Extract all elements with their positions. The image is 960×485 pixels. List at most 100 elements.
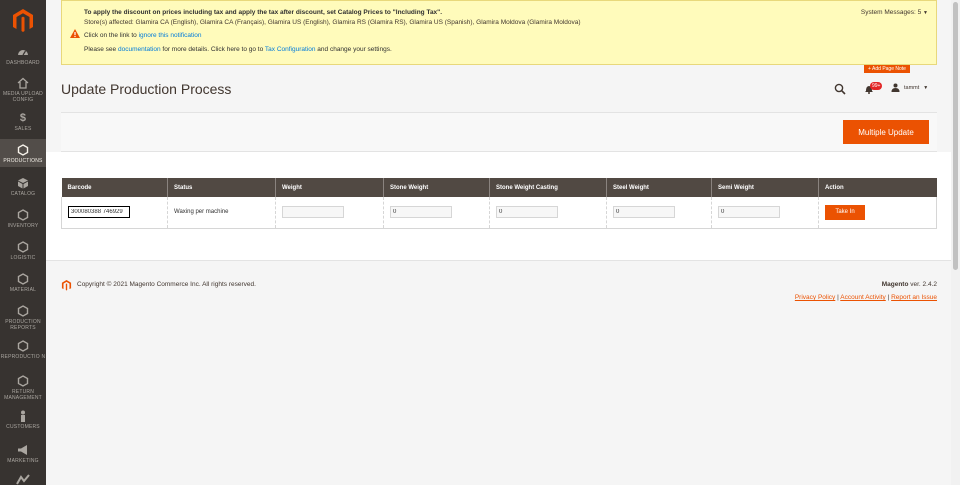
sidebar-item-label: Dashboard <box>6 60 40 66</box>
sidebar-item-logistic[interactable]: Logistic <box>0 241 46 261</box>
system-message-doc-line: Please see documentation for more detail… <box>84 46 392 53</box>
scrollbar-thumb[interactable] <box>953 2 958 270</box>
megaphone-icon <box>17 444 29 456</box>
account-activity-link[interactable]: Account Activity <box>840 294 886 301</box>
ignore-prefix: Click on the link to <box>84 32 139 39</box>
column-header[interactable]: Action <box>818 178 937 197</box>
sidebar-item-marketing[interactable]: Marketing <box>0 444 46 464</box>
hexagon-icon <box>17 144 29 156</box>
sidebar-item-return-management[interactable]: Return Management <box>0 375 46 403</box>
sidebar-item-productions[interactable]: Productions <box>0 139 46 167</box>
weight-input[interactable] <box>282 206 344 219</box>
page-actions-bar <box>61 112 937 152</box>
sidebar-item-inventory[interactable]: Inventory <box>0 209 46 229</box>
caret-down-icon: ▼ <box>923 84 929 91</box>
add-page-note-button[interactable]: + Add Page Note <box>864 65 910 73</box>
sidebar-item-production-reports[interactable]: Production Reports <box>0 305 46 333</box>
sidebar-item-media-upload-config[interactable]: Media Upload Config <box>0 77 46 103</box>
warning-icon <box>70 29 80 38</box>
sidebar-item-label: Logistic <box>10 255 36 261</box>
dollar-icon: $ <box>19 112 27 124</box>
hexagon-icon <box>17 375 29 387</box>
user-name: tammt <box>904 84 920 91</box>
app: Dashboard Media Upload Config $ Sales Pr… <box>0 0 960 485</box>
privacy-policy-link[interactable]: Privacy Policy <box>795 294 835 301</box>
documentation-link[interactable]: documentation <box>118 46 161 53</box>
system-messages-toggle[interactable]: System Messages: 5 ▼ <box>861 9 928 16</box>
chart-icon[interactable] <box>16 474 30 485</box>
sidebar-item-sales[interactable]: $ Sales <box>0 112 46 132</box>
footer-links: Privacy Policy | Account Activity | Repo… <box>794 294 937 301</box>
hexagon-icon <box>17 241 29 253</box>
table-header-row: Barcode Status Weight Stone Weight Stone… <box>61 178 937 197</box>
sidebar-item-label: Production Reports <box>5 319 41 331</box>
sidebar-item-reproduction[interactable]: Reproductio n <box>0 340 46 368</box>
sidebar-item-label: Catalog <box>10 191 36 197</box>
stone-weight-input[interactable] <box>390 206 452 219</box>
sidebar-item-label: Material <box>9 287 37 293</box>
action-cell: Take In <box>818 197 937 229</box>
column-header[interactable]: Stone Weight Casting <box>489 178 607 197</box>
column-header[interactable]: Stone Weight <box>383 178 490 197</box>
semi-weight-input[interactable] <box>718 206 780 219</box>
doc-middle: for more details. Click here to go to <box>160 46 265 53</box>
system-message-banner: To apply the discount on prices includin… <box>61 0 937 65</box>
stone-weight-casting-input[interactable] <box>496 206 558 219</box>
barcode-input[interactable] <box>68 206 130 219</box>
cube-icon <box>17 177 29 189</box>
status-cell: Waxing per machine <box>167 197 276 229</box>
copyright-text: Copyright © 2021 Magento Commerce Inc. A… <box>77 281 256 288</box>
ignore-notification-link[interactable]: ignore this notification <box>139 32 202 39</box>
user-account-menu[interactable]: tammt ▼ <box>891 83 928 92</box>
sidebar-item-dashboard[interactable]: Dashboard <box>0 46 46 66</box>
sidebar-item-catalog[interactable]: Catalog <box>0 177 46 197</box>
sidebar-item-label: Return Management <box>4 389 42 401</box>
version-text: ver. 2.4.2 <box>910 281 937 288</box>
stone-weight-cell <box>383 197 490 229</box>
hexagon-icon <box>17 340 29 352</box>
magento-logo-icon[interactable] <box>11 8 35 32</box>
production-process-table: Barcode Status Weight Stone Weight Stone… <box>61 178 937 229</box>
system-message-stores: Store(s) affected: Glamira CA (English),… <box>84 19 581 26</box>
sidebar-item-label: Sales <box>14 126 32 132</box>
sidebar-item-label: Media Upload Config <box>3 91 43 103</box>
report-issue-link[interactable]: Report an Issue <box>891 294 937 301</box>
magento-footer-logo-icon <box>61 279 72 291</box>
tax-configuration-link[interactable]: Tax Configuration <box>265 46 316 53</box>
doc-suffix: and change your settings. <box>315 46 392 53</box>
magento-version: Magento ver. 2.4.2 <box>882 281 937 288</box>
magento-brand: Magento <box>881 281 909 288</box>
sidebar-item-label: Marketing <box>7 458 39 464</box>
sidebar-item-material[interactable]: Material <box>0 273 46 293</box>
column-header[interactable]: Semi Weight <box>711 178 819 197</box>
hexagon-icon <box>17 273 29 285</box>
dashboard-icon <box>17 46 29 58</box>
admin-sidebar: Dashboard Media Upload Config $ Sales Pr… <box>0 0 46 485</box>
steel-weight-input[interactable] <box>613 206 675 219</box>
system-messages-count: System Messages: 5 <box>860 9 922 16</box>
caret-down-icon: ▼ <box>923 10 928 16</box>
page-title: Update Production Process <box>61 81 232 97</box>
weight-cell <box>275 197 384 229</box>
take-in-button[interactable]: Take In <box>825 204 865 220</box>
column-header[interactable]: Weight <box>275 178 384 197</box>
sidebar-item-label: Reproductio n <box>0 354 46 360</box>
column-header[interactable]: Status <box>167 178 276 197</box>
vertical-scrollbar[interactable] <box>951 0 960 485</box>
column-header[interactable]: Barcode <box>61 178 168 197</box>
column-header[interactable]: Steel Weight <box>606 178 712 197</box>
multiple-update-button[interactable]: Multiple Update <box>843 120 929 144</box>
barcode-cell <box>61 197 168 229</box>
search-icon[interactable] <box>834 83 846 95</box>
steel-weight-cell <box>606 197 712 229</box>
sidebar-item-customers[interactable]: Customers <box>0 410 46 430</box>
doc-prefix: Please see <box>84 46 118 53</box>
notification-badge: 99+ <box>870 82 883 90</box>
sidebar-item-label: Productions <box>3 158 43 164</box>
sidebar-item-label: Inventory <box>7 223 39 229</box>
sidebar-item-label: Customers <box>6 424 40 430</box>
system-message-title: To apply the discount on prices includin… <box>84 9 443 16</box>
person-icon <box>17 410 29 422</box>
hexagon-icon <box>17 305 29 317</box>
table-row: Waxing per machine Take In <box>61 197 937 229</box>
